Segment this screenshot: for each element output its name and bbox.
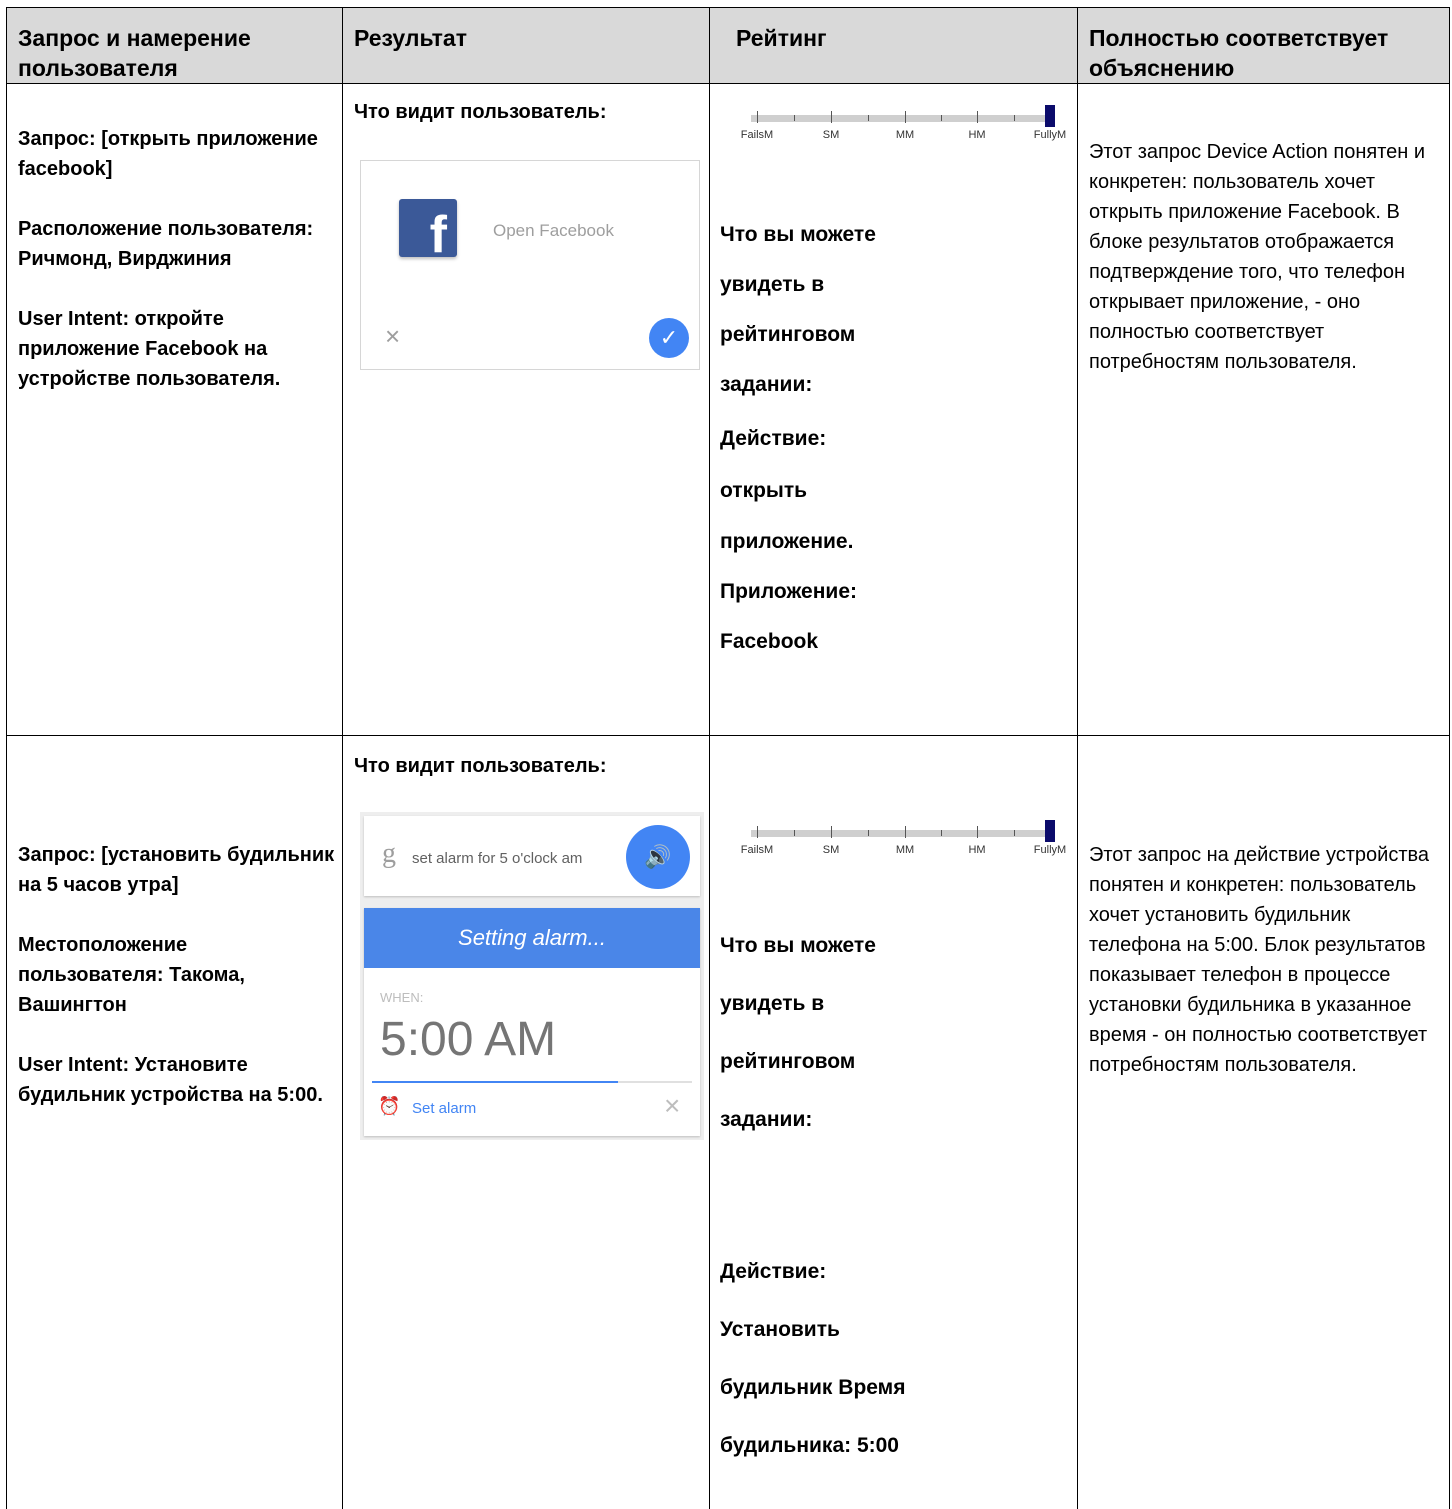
- rating-tick-label: FullyM: [1033, 129, 1067, 141]
- google-g-icon: g: [382, 838, 396, 869]
- rating-track: [751, 115, 1047, 122]
- rating-tick: [977, 111, 978, 123]
- rating-minor-tick: [941, 115, 942, 121]
- rating-tick-label: HM: [968, 129, 986, 141]
- rating-tick: [831, 111, 832, 123]
- row1-explanation: Этот запрос Device Action понятен и конк…: [1089, 141, 1426, 373]
- open-facebook-card: f Open Facebook × ✓: [360, 160, 700, 370]
- row1-location: Расположение пользователя: Ричмонд, Вирд…: [18, 218, 314, 270]
- alarm-time: 5:00 AM: [380, 1013, 557, 1066]
- rating-line: будильник Время: [720, 1376, 906, 1399]
- rating-line: Что вы можете: [720, 934, 876, 957]
- rating-line: рейтинговом: [720, 1050, 856, 1073]
- rating-tick-label: FullyM: [1033, 844, 1067, 856]
- rating-tick: [977, 826, 978, 838]
- progress-fill: [372, 1081, 619, 1083]
- rating-tick: [905, 111, 906, 123]
- rating-tick: [757, 111, 758, 123]
- alarm-clock-icon: ⏰: [378, 1096, 401, 1116]
- search-query-text: set alarm for 5 o'clock am: [412, 850, 583, 867]
- rating-minor-tick: [1013, 115, 1015, 121]
- row1-rating-text: Что вы можете увидеть в рейтинговом зада…: [720, 223, 1070, 680]
- results-table: Запрос и намерение пользователя Результа…: [6, 7, 1450, 1509]
- header-rating: Рейтинг: [736, 25, 827, 51]
- rating-line: Приложение:: [720, 580, 858, 603]
- rating-line: приложение.: [720, 530, 854, 553]
- setting-alarm-banner: Setting alarm...: [364, 908, 700, 968]
- table-border-left: [6, 7, 7, 1509]
- rating-tick: [831, 826, 832, 838]
- close-icon[interactable]: ×: [385, 321, 400, 352]
- rating-line: Facebook: [720, 630, 819, 653]
- rating-line: Установить: [720, 1318, 840, 1341]
- row1-result-heading: Что видит пользователь:: [354, 101, 607, 123]
- rating-tick-label: MM: [895, 844, 915, 856]
- row-divider: [6, 83, 1450, 84]
- rating-tick: [757, 826, 758, 838]
- table-border-top: [6, 7, 1450, 8]
- rating-line: увидеть в: [720, 992, 825, 1015]
- rating-tick-label: HM: [968, 844, 986, 856]
- rating-slider-handle[interactable]: [1045, 820, 1055, 842]
- check-icon[interactable]: ✓: [649, 318, 689, 358]
- rating-line: будильника: 5:00: [720, 1434, 899, 1457]
- set-alarm-card: g set alarm for 5 o'clock am 🔊 Setting a…: [360, 812, 704, 1140]
- column-divider: [342, 7, 343, 1509]
- row2-query-cell: Запрос: [установить будильник на 5 часов…: [18, 840, 338, 1140]
- rating-tick-label: SM: [822, 844, 840, 856]
- table-border-right: [1449, 7, 1450, 1509]
- when-label: WHEN:: [380, 990, 424, 1005]
- row2-location: Местоположение пользователя: Такома, Ваш…: [18, 934, 245, 1016]
- rating-line: открыть: [720, 479, 808, 502]
- row2-intent: User Intent: Установите будильник устрой…: [18, 1054, 323, 1106]
- set-alarm-button[interactable]: Set alarm: [412, 1100, 476, 1117]
- header-result: Результат: [354, 25, 467, 51]
- row2-query: Запрос: [установить будильник на 5 часов…: [18, 844, 335, 896]
- alarm-panel: Setting alarm... WHEN: 5:00 AM ⏰ Set ala…: [364, 908, 700, 1136]
- rating-line: задании:: [720, 1108, 813, 1131]
- rating-scale: FailsM SM MM HM FullyM: [741, 820, 1075, 856]
- row1-query-cell: Запрос: [открыть приложение facebook] Ра…: [18, 124, 338, 424]
- rating-scale: FailsM SM MM HM FullyM: [741, 105, 1075, 141]
- rating-tick-label: FailsM: [740, 129, 774, 141]
- open-facebook-text: Open Facebook: [493, 221, 614, 240]
- rating-line: Действие:: [720, 427, 827, 450]
- row2-rating-text: Что вы можете увидеть в рейтинговом зада…: [720, 934, 1070, 1492]
- rating-track: [751, 830, 1047, 837]
- column-divider: [709, 7, 710, 1509]
- voice-search-bar: g set alarm for 5 o'clock am 🔊: [364, 816, 700, 896]
- row1-query: Запрос: [открыть приложение facebook]: [18, 128, 318, 180]
- rating-minor-tick: [868, 830, 869, 836]
- row-divider: [6, 735, 1450, 736]
- rating-line: Действие:: [720, 1260, 827, 1283]
- header-query-intent: Запрос и намерение пользователя: [18, 25, 251, 81]
- speaker-icon[interactable]: 🔊: [626, 825, 690, 889]
- progress-track: [372, 1081, 692, 1083]
- row2-result-heading: Что видит пользователь:: [354, 755, 607, 777]
- rating-slider-handle[interactable]: [1045, 105, 1055, 127]
- rating-minor-tick: [1013, 830, 1015, 836]
- rating-minor-tick: [868, 115, 869, 121]
- column-divider: [1077, 7, 1078, 1509]
- rating-tick: [905, 826, 906, 838]
- rating-line: увидеть в: [720, 273, 825, 296]
- rating-tick-label: FailsM: [740, 844, 774, 856]
- rating-line: рейтинговом: [720, 323, 856, 346]
- close-icon[interactable]: ×: [664, 1090, 680, 1122]
- rating-tick-label: SM: [822, 129, 840, 141]
- facebook-icon: f: [399, 199, 457, 257]
- rating-minor-tick: [941, 830, 942, 836]
- row2-explanation: Этот запрос на действие устройства понят…: [1089, 844, 1429, 1076]
- rating-tick-label: MM: [895, 129, 915, 141]
- rating-line: задании:: [720, 373, 813, 396]
- row1-intent: User Intent: откройте приложение Faceboo…: [18, 308, 281, 390]
- rating-line: Что вы можете: [720, 223, 876, 246]
- rating-line: [720, 1166, 1070, 1260]
- header-explanation: Полностью соответствует объяснению: [1089, 25, 1389, 81]
- rating-minor-tick: [794, 115, 795, 121]
- rating-minor-tick: [794, 830, 795, 836]
